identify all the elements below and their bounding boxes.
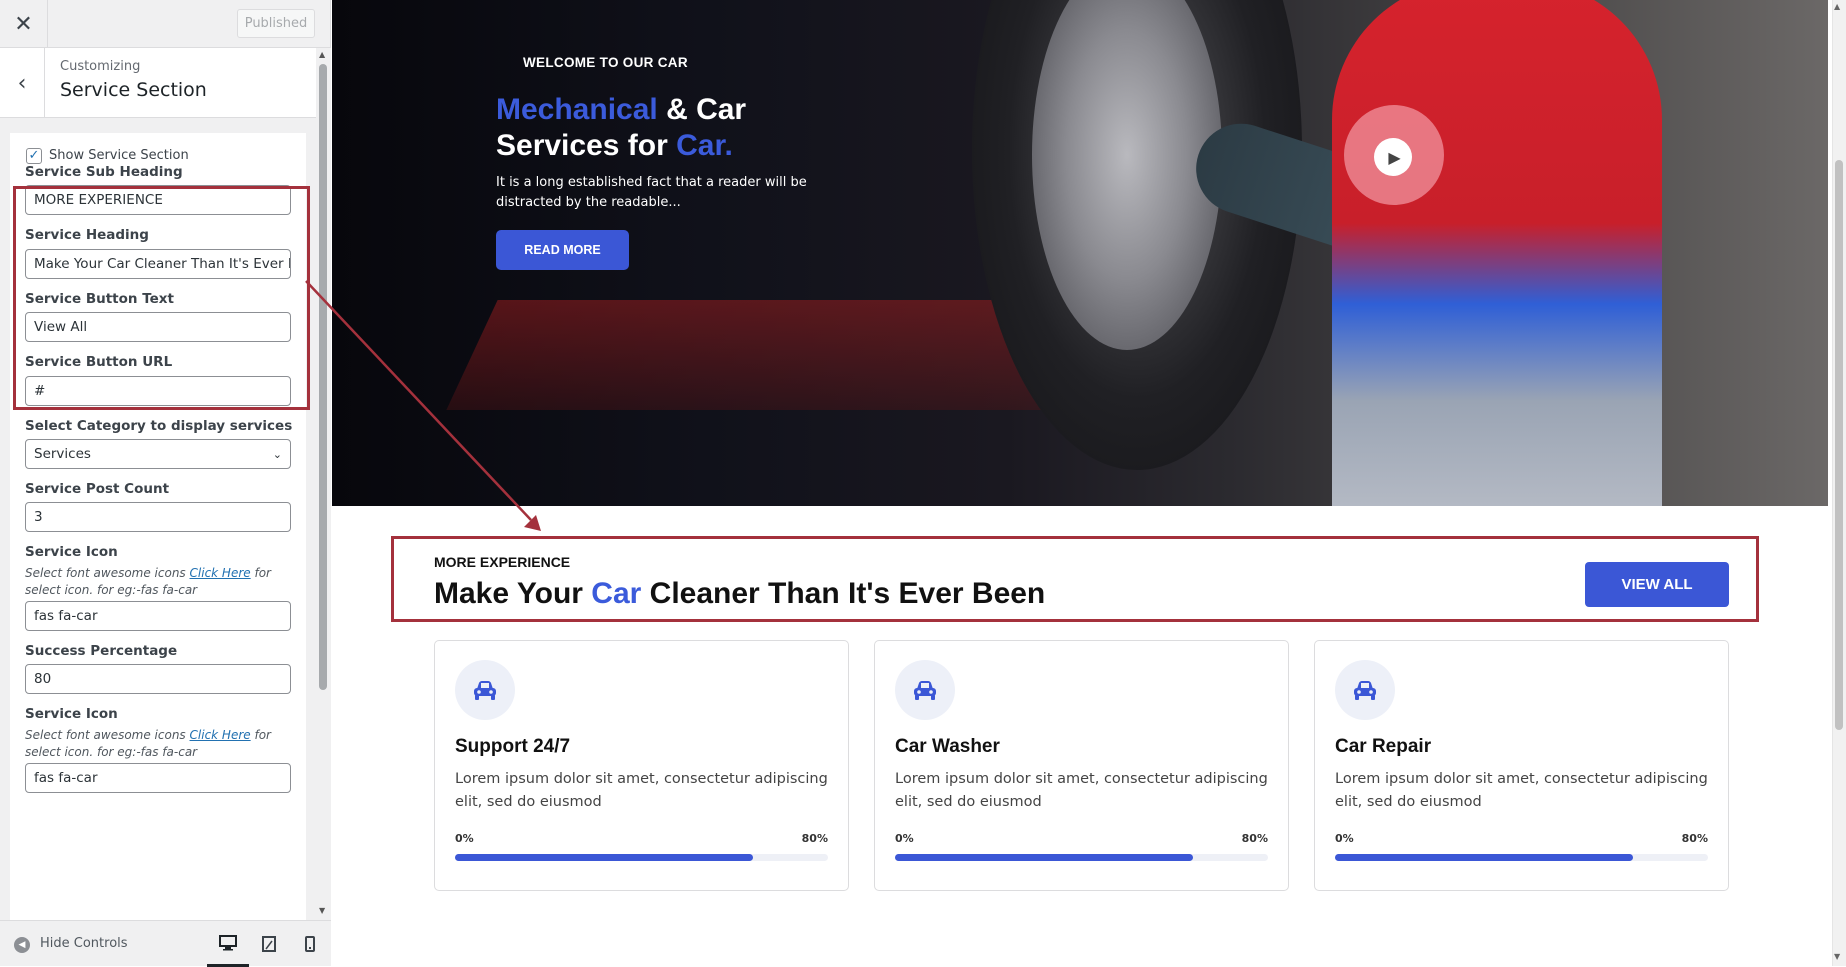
hero-mechanic-image xyxy=(1332,0,1662,506)
progress-max-label: 80% xyxy=(801,832,828,845)
card-title[interactable]: Support 24/7 xyxy=(455,736,570,758)
section-title: Service Section xyxy=(60,79,207,101)
category-select-value: Services xyxy=(34,446,91,462)
progress-bar xyxy=(895,854,1268,861)
collapse-icon[interactable]: ◀ xyxy=(14,937,30,953)
read-more-button[interactable]: READ MORE xyxy=(496,230,629,270)
service-icon-description: Select font awesome icons Click Here for… xyxy=(25,727,295,761)
description-text: Select font awesome icons xyxy=(25,728,190,742)
hero-kicker: WELCOME TO OUR CAR xyxy=(523,55,688,70)
service-heading-text: Make Your xyxy=(434,577,592,610)
mobile-icon xyxy=(305,936,315,952)
car-icon xyxy=(914,681,936,700)
service-icon-input[interactable]: fas fa-car xyxy=(25,601,291,631)
card-icon-circle xyxy=(1335,660,1395,720)
tablet-preview-button[interactable] xyxy=(248,921,290,967)
desktop-preview-button[interactable] xyxy=(207,921,249,967)
close-icon: ✕ xyxy=(14,11,33,37)
success-percentage-input[interactable]: 80 xyxy=(25,664,291,694)
category-select-label: Select Category to display services xyxy=(25,418,293,434)
site-preview: ▶ WELCOME TO OUR CAR Mechanical & Car Se… xyxy=(332,0,1846,966)
service-heading-text: Cleaner Than It's Ever Been xyxy=(641,577,1046,610)
back-button[interactable]: ‹ xyxy=(0,48,45,118)
progress-min-label: 0% xyxy=(1335,832,1354,845)
category-select[interactable]: Services ⌄ xyxy=(25,439,291,469)
progress-max-label: 80% xyxy=(1241,832,1268,845)
card-title[interactable]: Car Repair xyxy=(1335,736,1431,758)
customizing-label: Customizing xyxy=(60,59,141,74)
show-service-section-label: Show Service Section xyxy=(49,148,189,163)
mobile-preview-button[interactable] xyxy=(289,921,331,967)
service-heading: Make Your Car Cleaner Than It's Ever Bee… xyxy=(434,577,1045,611)
customizer-panel: ✕ Published ‹ Customizing Service Sectio… xyxy=(0,0,331,967)
view-all-button[interactable]: VIEW ALL xyxy=(1585,562,1729,607)
description-text: Select font awesome icons xyxy=(25,566,190,580)
tablet-icon xyxy=(262,936,276,952)
progress-bar-fill xyxy=(895,854,1194,861)
desktop-icon xyxy=(219,934,237,950)
card-icon-circle xyxy=(895,660,955,720)
scroll-down-arrow-icon[interactable]: ▼ xyxy=(319,906,325,915)
card-description: Lorem ipsum dolor sit amet, consectetur … xyxy=(455,771,828,810)
scroll-down-arrow-icon[interactable]: ▼ xyxy=(1834,952,1840,961)
service-icon-label: Service Icon xyxy=(25,544,118,560)
progress-max-label: 80% xyxy=(1681,832,1708,845)
hero-description: It is a long established fact that a rea… xyxy=(496,175,807,210)
service-icon-label: Service Icon xyxy=(25,706,118,722)
show-service-section-checkbox[interactable]: ✓ xyxy=(26,148,42,164)
preview-scroll-thumb[interactable] xyxy=(1835,160,1843,730)
service-post-count-label: Service Post Count xyxy=(25,481,170,497)
hero-title-accent: Mechanical xyxy=(496,93,658,126)
card-title[interactable]: Car Washer xyxy=(895,736,1000,758)
success-percentage-label: Success Percentage xyxy=(25,643,178,659)
close-button[interactable]: ✕ xyxy=(0,0,48,48)
service-post-count-input[interactable]: 3 xyxy=(25,502,291,532)
progress-bar-fill xyxy=(1335,854,1634,861)
car-icon xyxy=(1354,681,1376,700)
hero-title-accent: Car. xyxy=(676,129,733,162)
service-card: Car Repair Lorem ipsum dolor sit amet, co… xyxy=(1314,640,1729,891)
service-sub-heading: MORE EXPERIENCE xyxy=(434,554,571,570)
customizer-footer: ◀ Hide Controls xyxy=(0,920,331,967)
car-icon xyxy=(474,681,496,700)
scroll-up-arrow-icon[interactable]: ▲ xyxy=(319,50,325,59)
service-card: Car Washer Lorem ipsum dolor sit amet, co… xyxy=(874,640,1289,891)
service-sub-heading-label: Service Sub Heading xyxy=(25,164,183,180)
card-icon-circle xyxy=(455,660,515,720)
hero-title: Mechanical & Car Services for Car. xyxy=(496,92,876,164)
service-heading-accent: Car xyxy=(591,577,642,610)
panel-scroll-thumb[interactable] xyxy=(319,64,327,690)
annotation-highlight-box xyxy=(13,186,310,410)
service-card: Support 24/7 Lorem ipsum dolor sit amet, … xyxy=(434,640,849,891)
section-title-bar: ‹ Customizing Service Section xyxy=(0,48,316,118)
scroll-up-arrow-icon[interactable]: ▲ xyxy=(1834,2,1840,11)
click-here-link[interactable]: Click Here xyxy=(190,728,251,742)
hero-section: ▶ WELCOME TO OUR CAR Mechanical & Car Se… xyxy=(332,0,1828,506)
card-description: Lorem ipsum dolor sit amet, consectetur … xyxy=(895,771,1268,810)
service-icon-input[interactable]: fas fa-car xyxy=(25,763,291,793)
progress-bar xyxy=(1335,854,1708,861)
service-icon-description: Select font awesome icons Click Here for… xyxy=(25,565,295,599)
progress-bar xyxy=(455,854,828,861)
play-video-button[interactable]: ▶ xyxy=(1374,138,1412,176)
click-here-link[interactable]: Click Here xyxy=(190,566,251,580)
card-description: Lorem ipsum dolor sit amet, consectetur … xyxy=(1335,771,1708,810)
play-icon: ▶ xyxy=(1388,147,1401,167)
chevron-left-icon: ‹ xyxy=(17,70,27,96)
published-button[interactable]: Published xyxy=(237,9,315,38)
hide-controls-button[interactable]: Hide Controls xyxy=(40,936,128,951)
progress-bar-fill xyxy=(455,854,754,861)
chevron-down-icon: ⌄ xyxy=(272,447,282,461)
progress-min-label: 0% xyxy=(895,832,914,845)
customizer-header: ✕ Published xyxy=(0,0,331,48)
progress-min-label: 0% xyxy=(455,832,474,845)
